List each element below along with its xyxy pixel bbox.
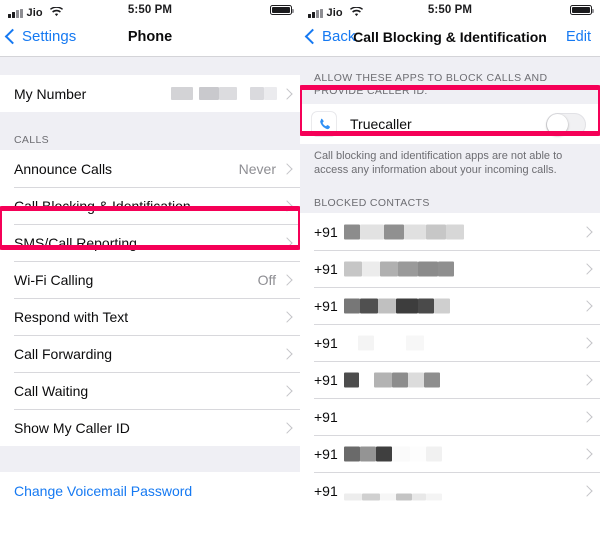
toggle-truecaller[interactable] — [546, 112, 586, 136]
status-bar-right: Jio 5:50 PM — [300, 0, 600, 22]
chevron-right-icon — [581, 373, 593, 386]
nav-bar-right: Back Call Blocking & Identification Edit — [300, 22, 600, 57]
edit-button[interactable]: Edit — [566, 29, 591, 45]
clock-label: 5:50 PM — [127, 4, 173, 16]
chevron-right-icon — [281, 162, 293, 175]
table-row[interactable]: +91 — [300, 435, 600, 472]
table-row[interactable]: +91 — [300, 213, 600, 250]
status-bar-right-group — [570, 5, 594, 15]
battery-full-icon — [270, 5, 294, 15]
chevron-right-icon — [581, 484, 593, 497]
row-my-number[interactable]: My Number — [0, 75, 300, 112]
section-header-blocked-contacts: BLOCKED CONTACTS — [300, 197, 600, 213]
apps-group: Truecaller — [300, 104, 600, 144]
section-gap-bottom-left — [0, 446, 300, 472]
app-name-label: Truecaller — [350, 116, 412, 132]
row-value: Never — [238, 160, 276, 177]
status-bar-right-group — [270, 5, 294, 15]
row-label: SMS/Call Reporting — [14, 234, 137, 251]
change-voicemail-password-button[interactable]: Change Voicemail Password — [0, 472, 300, 509]
chevron-right-icon — [281, 384, 293, 397]
chevron-right-icon — [581, 299, 593, 312]
row-label: My Number — [14, 85, 87, 102]
row-label: Respond with Text — [14, 308, 129, 325]
redacted-blocked-number — [344, 335, 442, 350]
chevron-right-icon — [281, 273, 293, 286]
top-spacer-right — [300, 57, 600, 64]
blocked-section-gap — [300, 185, 600, 197]
redacted-blocked-number — [344, 298, 450, 313]
chevron-right-icon — [581, 447, 593, 460]
row-label: Wi-Fi Calling — [14, 271, 94, 288]
row-label: Call Forwarding — [14, 345, 113, 362]
top-spacer-left — [0, 57, 300, 75]
table-row[interactable]: +91 — [300, 324, 600, 361]
chevron-right-icon — [281, 199, 293, 212]
section-header-calls: CALLS — [0, 134, 300, 150]
change-voicemail-password-label: Change Voicemail Password — [14, 482, 193, 499]
right-call-blocking-screen: Jio 5:50 PM Back Call Blocking & Identif… — [300, 0, 600, 533]
blocked-contacts-group: +91 +91 +91 +91 +91 +91 +91 +91 — [300, 213, 600, 509]
redacted-blocked-number — [344, 372, 440, 387]
app-row-truecaller[interactable]: Truecaller — [300, 104, 600, 144]
dual-screenshot-composite: Jio 5:50 PM Settings Phone My Number CAL… — [0, 0, 600, 533]
row-label: Call Waiting — [14, 382, 89, 399]
redacted-blocked-number — [344, 224, 464, 239]
my-number-group: My Number — [0, 75, 300, 112]
table-row[interactable]: +91 — [300, 472, 600, 509]
row-label: Call Blocking & Identification — [14, 197, 191, 214]
battery-full-icon — [570, 5, 594, 15]
row-respond-with-text[interactable]: Respond with Text — [0, 298, 300, 335]
redacted-blocked-number — [344, 261, 454, 276]
row-wifi-calling[interactable]: Wi-Fi Calling Off — [0, 261, 300, 298]
table-row[interactable]: +91 — [300, 250, 600, 287]
chevron-right-icon — [581, 410, 593, 423]
apps-section-footer-note: Call blocking and identification apps ar… — [300, 144, 600, 185]
row-label: Announce Calls — [14, 160, 113, 177]
table-row[interactable]: +91 — [300, 287, 600, 324]
chevron-right-icon — [281, 87, 293, 100]
chevron-right-icon — [581, 225, 593, 238]
clock-label: 5:50 PM — [427, 4, 473, 16]
table-row[interactable]: +91 — [300, 398, 600, 435]
page-title-phone: Phone — [127, 29, 173, 45]
row-label: Show My Caller ID — [14, 419, 130, 436]
row-call-waiting[interactable]: Call Waiting — [0, 372, 300, 409]
section-header-allow-apps: ALLOW THESE APPS TO BLOCK CALLS AND PROV… — [300, 64, 600, 104]
redacted-phone-number — [171, 87, 277, 100]
chevron-right-icon — [281, 421, 293, 434]
chevron-right-icon — [581, 262, 593, 275]
nav-bar-left: Settings Phone — [0, 22, 300, 57]
row-value: Off — [257, 271, 276, 288]
phone-handset-icon — [312, 112, 336, 136]
redacted-blocked-number — [344, 409, 440, 424]
row-sms-call-reporting[interactable]: SMS/Call Reporting — [0, 224, 300, 261]
calls-group: Announce Calls Never Call Blocking & Ide… — [0, 150, 300, 446]
row-announce-calls[interactable]: Announce Calls Never — [0, 150, 300, 187]
chevron-right-icon — [281, 347, 293, 360]
table-row[interactable]: +91 — [300, 361, 600, 398]
redacted-blocked-number — [344, 446, 442, 461]
redacted-blocked-number — [344, 493, 442, 501]
page-title-call-blocking: Call Blocking & Identification — [353, 29, 547, 45]
row-call-blocking-identification[interactable]: Call Blocking & Identification — [0, 187, 300, 224]
left-phone-settings-screen: Jio 5:50 PM Settings Phone My Number CAL… — [0, 0, 300, 533]
row-call-forwarding[interactable]: Call Forwarding — [0, 335, 300, 372]
status-bar-left: Jio 5:50 PM — [0, 0, 300, 22]
section-gap-left — [0, 112, 300, 134]
row-show-my-caller-id[interactable]: Show My Caller ID — [0, 409, 300, 446]
chevron-right-icon — [281, 236, 293, 249]
chevron-right-icon — [281, 310, 293, 323]
chevron-right-icon — [581, 336, 593, 349]
toggle-knob — [547, 113, 568, 135]
